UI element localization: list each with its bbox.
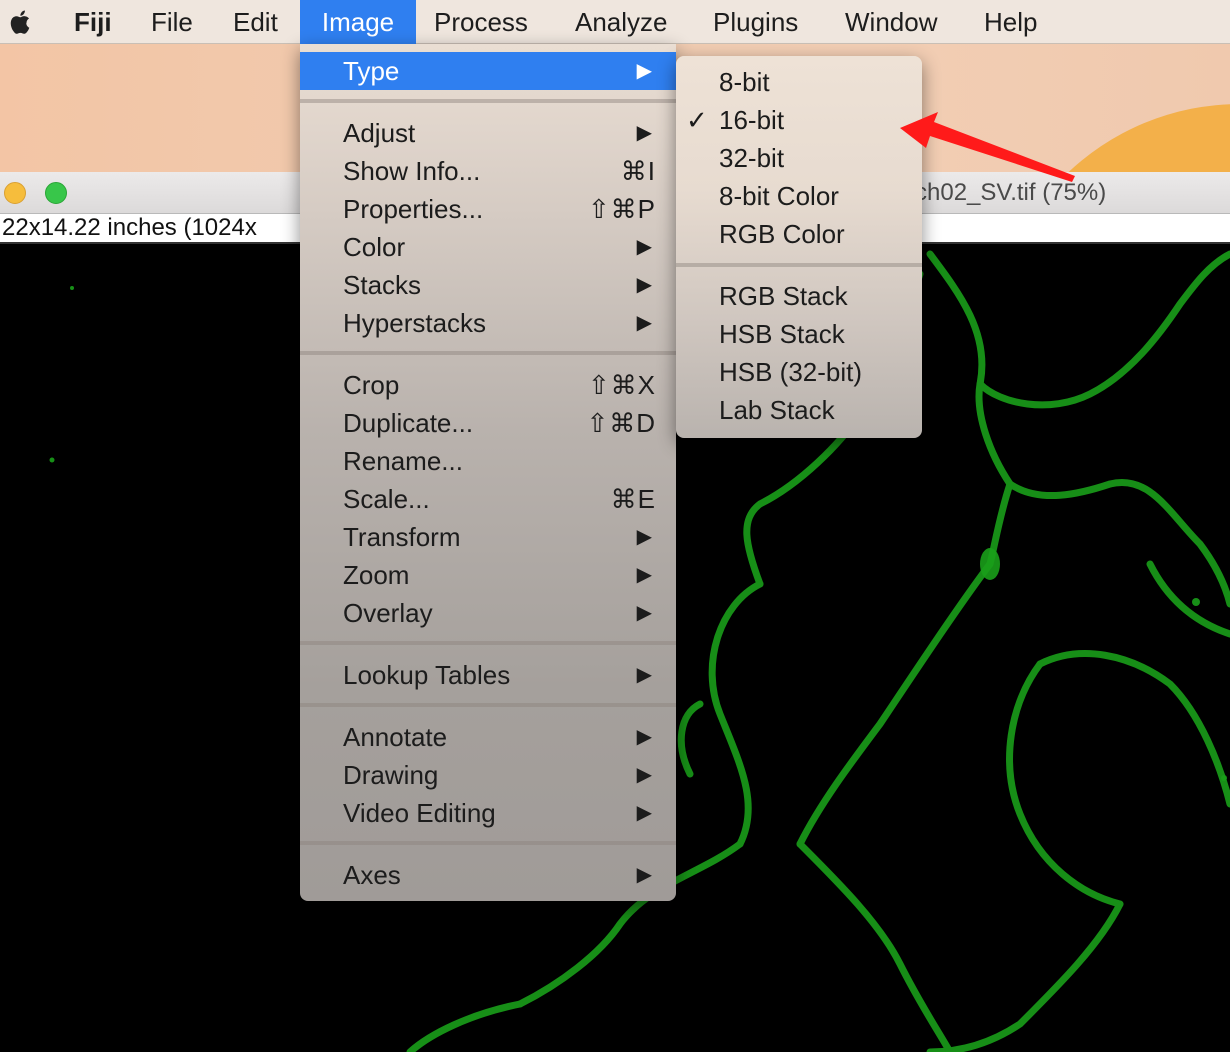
submenu-arrow-icon: ▶ bbox=[636, 60, 652, 82]
menu-shortcut: ⇧⌘D bbox=[586, 408, 656, 438]
menu-separator bbox=[300, 351, 676, 355]
menu-item-label: HSB (32-bit) bbox=[719, 357, 863, 387]
submenu-arrow-icon: ▶ bbox=[636, 122, 652, 144]
type-item-8-bit-color[interactable]: 8-bit Color bbox=[676, 177, 922, 215]
maximize-button[interactable] bbox=[45, 182, 67, 204]
submenu-arrow-icon: ▶ bbox=[636, 312, 652, 334]
image-menu-dropdown: Type ▶ Adjust ▶ Show Info... ⌘I Properti… bbox=[300, 44, 676, 901]
menu-item-label: HSB Stack bbox=[719, 319, 845, 349]
menu-item-label: Zoom bbox=[343, 560, 410, 590]
menu-item-crop[interactable]: Crop ⇧⌘X bbox=[300, 366, 676, 404]
menu-item-properties[interactable]: Properties... ⇧⌘P bbox=[300, 190, 676, 228]
menu-item-hyperstacks[interactable]: Hyperstacks ▶ bbox=[300, 304, 676, 342]
menu-item-label: Lab Stack bbox=[719, 395, 835, 425]
menu-separator bbox=[300, 841, 676, 845]
menu-item-label: 8-bit bbox=[719, 67, 770, 97]
menu-shortcut: ⇧⌘P bbox=[587, 194, 656, 224]
menu-process[interactable]: Process bbox=[434, 0, 528, 44]
menu-item-label: Axes bbox=[343, 860, 401, 890]
menu-bar: Fiji File Edit Image Process Analyze Plu… bbox=[0, 0, 1230, 44]
menu-plugins[interactable]: Plugins bbox=[713, 0, 798, 44]
menu-item-label: RGB Stack bbox=[719, 281, 848, 311]
menu-item-label: Rename... bbox=[343, 446, 463, 476]
menu-separator bbox=[300, 99, 676, 103]
type-item-lab-stack[interactable]: Lab Stack bbox=[676, 391, 922, 429]
annotation-arrow-icon bbox=[900, 112, 1075, 182]
submenu-arrow-icon: ▶ bbox=[636, 564, 652, 586]
menu-item-video-editing[interactable]: Video Editing ▶ bbox=[300, 794, 676, 832]
menu-window[interactable]: Window bbox=[845, 0, 937, 44]
type-item-16-bit[interactable]: ✓ 16-bit bbox=[676, 101, 922, 139]
menu-item-label: Properties... bbox=[343, 194, 484, 224]
menu-item-axes[interactable]: Axes ▶ bbox=[300, 856, 676, 894]
menu-item-label: Annotate bbox=[343, 722, 448, 752]
apple-icon[interactable] bbox=[8, 0, 38, 44]
menu-edit[interactable]: Edit bbox=[233, 0, 278, 44]
menu-item-show-info[interactable]: Show Info... ⌘I bbox=[300, 152, 676, 190]
menu-item-scale[interactable]: Scale... ⌘E bbox=[300, 480, 676, 518]
type-item-8-bit[interactable]: 8-bit bbox=[676, 63, 922, 101]
menu-item-label: Show Info... bbox=[343, 156, 481, 186]
menu-shortcut: ⌘I bbox=[620, 156, 656, 186]
menu-item-label: Video Editing bbox=[343, 798, 496, 828]
submenu-arrow-icon: ▶ bbox=[636, 802, 652, 824]
menu-item-label: Hyperstacks bbox=[343, 308, 487, 338]
menu-item-type[interactable]: Type ▶ bbox=[300, 52, 676, 90]
menu-item-annotate[interactable]: Annotate ▶ bbox=[300, 718, 676, 756]
menu-shortcut: ⇧⌘X bbox=[587, 370, 656, 400]
submenu-arrow-icon: ▶ bbox=[636, 602, 652, 624]
type-item-hsb-32-bit[interactable]: HSB (32-bit) bbox=[676, 353, 922, 391]
type-item-hsb-stack[interactable]: HSB Stack bbox=[676, 315, 922, 353]
menu-item-label: Color bbox=[343, 232, 406, 262]
menu-item-label: Transform bbox=[343, 522, 461, 552]
menu-item-label: Lookup Tables bbox=[343, 660, 511, 690]
menu-item-color[interactable]: Color ▶ bbox=[300, 228, 676, 266]
menu-item-adjust[interactable]: Adjust ▶ bbox=[300, 114, 676, 152]
submenu-arrow-icon: ▶ bbox=[636, 664, 652, 686]
submenu-arrow-icon: ▶ bbox=[636, 236, 652, 258]
menu-item-zoom[interactable]: Zoom ▶ bbox=[300, 556, 676, 594]
menu-file[interactable]: File bbox=[151, 0, 193, 44]
menu-item-transform[interactable]: Transform ▶ bbox=[300, 518, 676, 556]
submenu-arrow-icon: ▶ bbox=[636, 864, 652, 886]
menu-item-label: Duplicate... bbox=[343, 408, 474, 438]
menu-item-stacks[interactable]: Stacks ▶ bbox=[300, 266, 676, 304]
menu-help[interactable]: Help bbox=[984, 0, 1037, 44]
menu-item-label: RGB Color bbox=[719, 219, 845, 249]
menu-item-label: Drawing bbox=[343, 760, 439, 790]
type-item-rgb-color[interactable]: RGB Color bbox=[676, 215, 922, 253]
submenu-arrow-icon: ▶ bbox=[636, 526, 652, 548]
menu-image[interactable]: Image bbox=[300, 0, 416, 44]
submenu-arrow-icon: ▶ bbox=[636, 764, 652, 786]
type-item-rgb-stack[interactable]: RGB Stack bbox=[676, 277, 922, 315]
menu-item-overlay[interactable]: Overlay ▶ bbox=[300, 594, 676, 632]
menu-item-rename[interactable]: Rename... bbox=[300, 442, 676, 480]
image-dimensions-text: 22x14.22 inches (1024x bbox=[2, 214, 257, 241]
menu-item-label: 32-bit bbox=[719, 143, 785, 173]
menu-item-label: 8-bit Color bbox=[719, 181, 839, 211]
menu-item-drawing[interactable]: Drawing ▶ bbox=[300, 756, 676, 794]
menu-item-label: Adjust bbox=[343, 118, 416, 148]
menu-item-label: Scale... bbox=[343, 484, 430, 514]
menu-item-duplicate[interactable]: Duplicate... ⇧⌘D bbox=[300, 404, 676, 442]
menu-shortcut: ⌘E bbox=[610, 484, 656, 514]
menu-item-label: Overlay bbox=[343, 598, 433, 628]
submenu-arrow-icon: ▶ bbox=[636, 274, 652, 296]
menu-item-label: Crop bbox=[343, 370, 400, 400]
checkmark-icon: ✓ bbox=[686, 105, 708, 135]
submenu-arrow-icon: ▶ bbox=[636, 726, 652, 748]
menu-separator bbox=[300, 703, 676, 707]
menu-item-label: 16-bit bbox=[719, 105, 785, 135]
menu-analyze[interactable]: Analyze bbox=[575, 0, 668, 44]
menu-fiji[interactable]: Fiji bbox=[74, 0, 112, 44]
minimize-button[interactable] bbox=[4, 182, 26, 204]
menu-separator bbox=[300, 641, 676, 645]
menu-item-label: Stacks bbox=[343, 270, 422, 300]
menu-separator bbox=[676, 263, 922, 267]
menu-item-label: Type bbox=[343, 56, 400, 86]
menu-item-lookup-tables[interactable]: Lookup Tables ▶ bbox=[300, 656, 676, 694]
type-item-32-bit[interactable]: 32-bit bbox=[676, 139, 922, 177]
type-submenu: 8-bit ✓ 16-bit 32-bit 8-bit Color RGB Co… bbox=[676, 56, 922, 438]
